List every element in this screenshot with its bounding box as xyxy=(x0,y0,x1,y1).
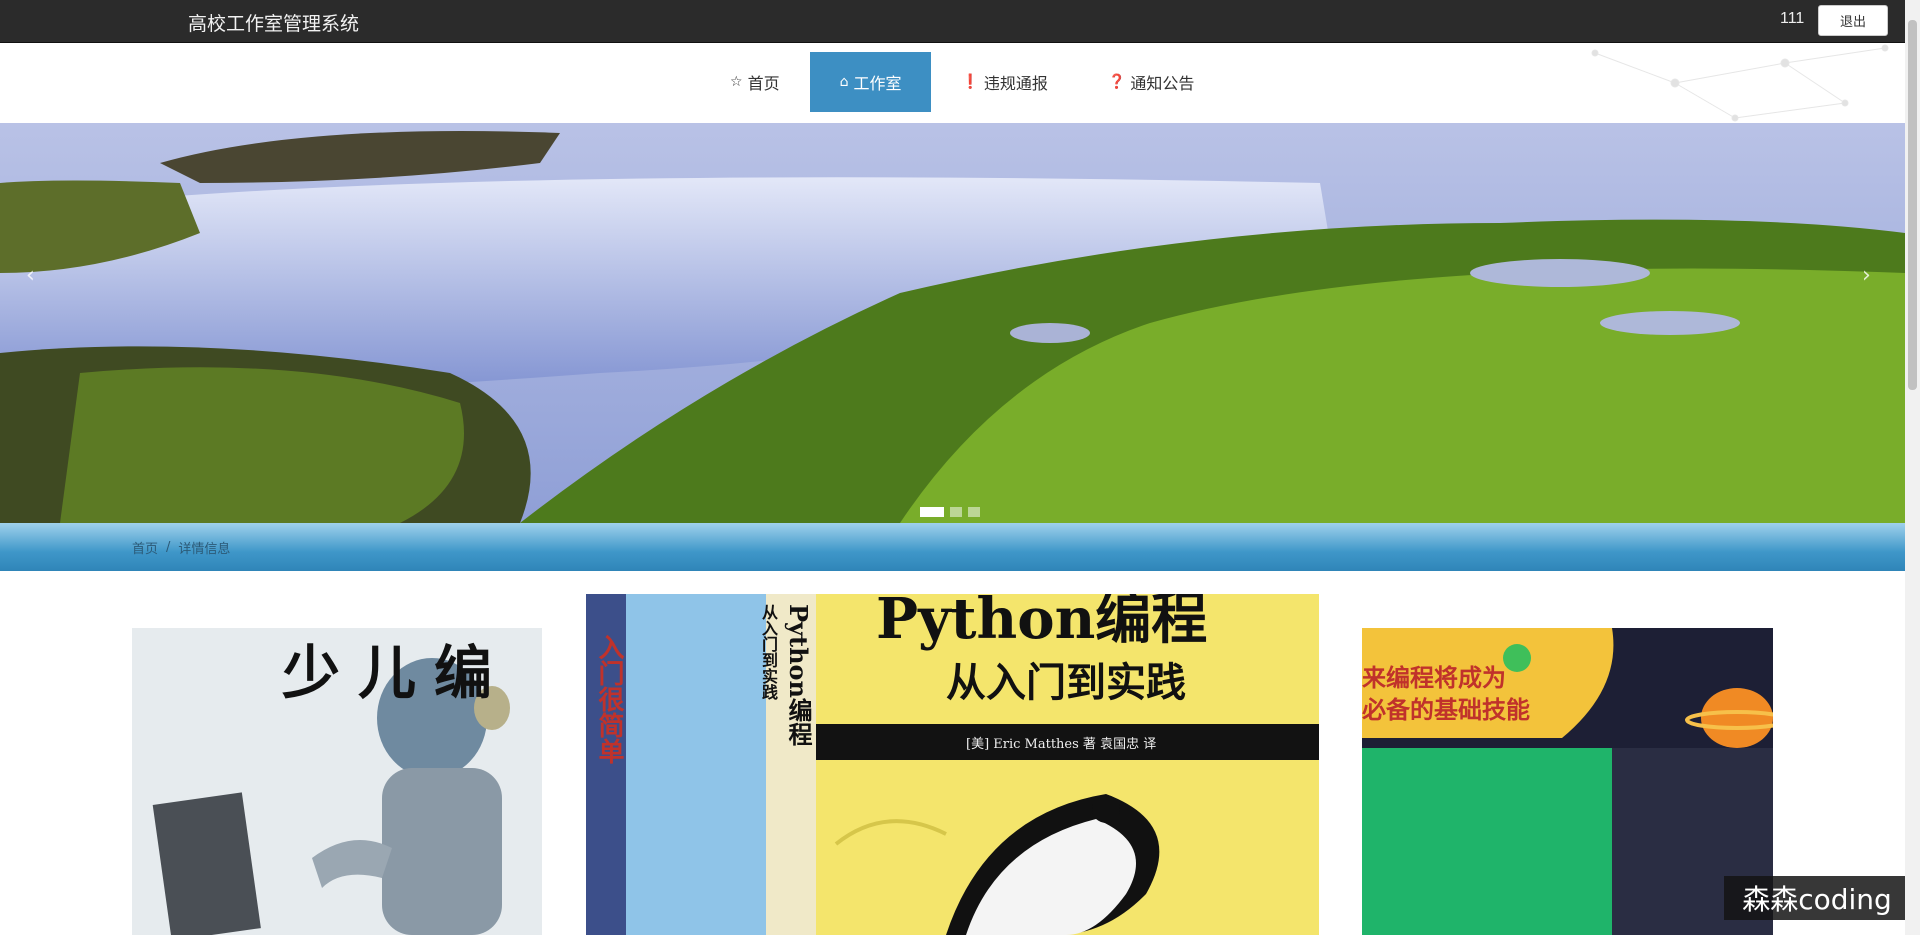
book-subtitle: 从入门到实践 xyxy=(946,659,1186,706)
book-spine-title: Python编程 xyxy=(784,604,813,746)
scrollbar-thumb[interactable] xyxy=(1908,20,1917,390)
carousel-indicators xyxy=(920,507,980,517)
carousel-indicator[interactable] xyxy=(968,507,980,517)
nav-item-label: 违规通报 xyxy=(983,74,1048,93)
book-title: Python编程 xyxy=(876,594,1208,652)
network-decoration xyxy=(1591,44,1889,122)
carousel-indicator[interactable] xyxy=(920,507,944,517)
page-scrollbar[interactable] xyxy=(1905,0,1920,935)
book-card-coding-skills[interactable]: 来编程将成为 必备的基础技能 xyxy=(1362,628,1773,935)
main-nav: ☆ 首页 ⌂ 工作室 ❗ 违规通报 ❓ 通知公告 xyxy=(0,43,1905,123)
nav-item-violations[interactable]: ❗ 违规通报 xyxy=(931,52,1077,112)
book-spine-subtitle: 从入门到实践 xyxy=(759,604,778,700)
nav-item-notices[interactable]: ❓ 通知公告 xyxy=(1078,52,1224,112)
home-icon: ☆ xyxy=(730,74,743,90)
breadcrumb-current: 详情信息 xyxy=(178,542,231,557)
breadcrumb: 首页 / 详情信息 xyxy=(132,538,230,557)
book-side-title: 入门很简单 xyxy=(594,634,624,764)
nav-items: ☆ 首页 ⌂ 工作室 ❗ 违规通报 ❓ 通知公告 xyxy=(700,52,1224,112)
username: 111 xyxy=(1780,10,1805,27)
nav-item-label: 首页 xyxy=(747,74,780,93)
breadcrumb-home-link[interactable]: 首页 xyxy=(132,538,158,557)
image-carousel[interactable]: ‹ › xyxy=(0,123,1905,523)
breadcrumb-bar: 首页 / 详情信息 xyxy=(0,523,1905,571)
book-title-fragment: 少儿编 xyxy=(282,639,511,707)
question-icon: ❓ xyxy=(1107,74,1126,90)
breadcrumb-separator: / xyxy=(166,540,171,555)
book-card-python[interactable]: Python编程 从入门到实践 [美] Eric Matthes 著 袁国忠 译… xyxy=(586,594,1319,935)
book-card-kids-coding[interactable]: 少儿编 xyxy=(132,628,542,935)
book-author: [美] Eric Matthes 著 袁国忠 译 xyxy=(966,737,1157,752)
top-bar: 高校工作室管理系统 111 退出 xyxy=(0,0,1905,43)
house-icon: ⌂ xyxy=(839,74,849,90)
app-title: 高校工作室管理系统 xyxy=(188,13,360,35)
carousel-image-waterfall xyxy=(0,123,1905,523)
carousel-prev-button[interactable]: ‹ xyxy=(26,263,35,288)
logout-button[interactable]: 退出 xyxy=(1818,5,1888,36)
nav-item-label: 通知公告 xyxy=(1130,74,1195,93)
nav-item-label: 工作室 xyxy=(853,74,902,93)
nav-item-studio[interactable]: ⌂ 工作室 xyxy=(809,52,932,112)
book-line-1: 来编程将成为 xyxy=(1362,663,1506,692)
video-watermark: 森森coding xyxy=(1724,876,1910,920)
alert-icon: ❗ xyxy=(961,74,979,90)
nav-item-home[interactable]: ☆ 首页 xyxy=(700,52,810,112)
carousel-indicator[interactable] xyxy=(950,507,962,517)
carousel-next-button[interactable]: › xyxy=(1862,263,1871,288)
book-line-2: 必备的基础技能 xyxy=(1362,695,1530,724)
